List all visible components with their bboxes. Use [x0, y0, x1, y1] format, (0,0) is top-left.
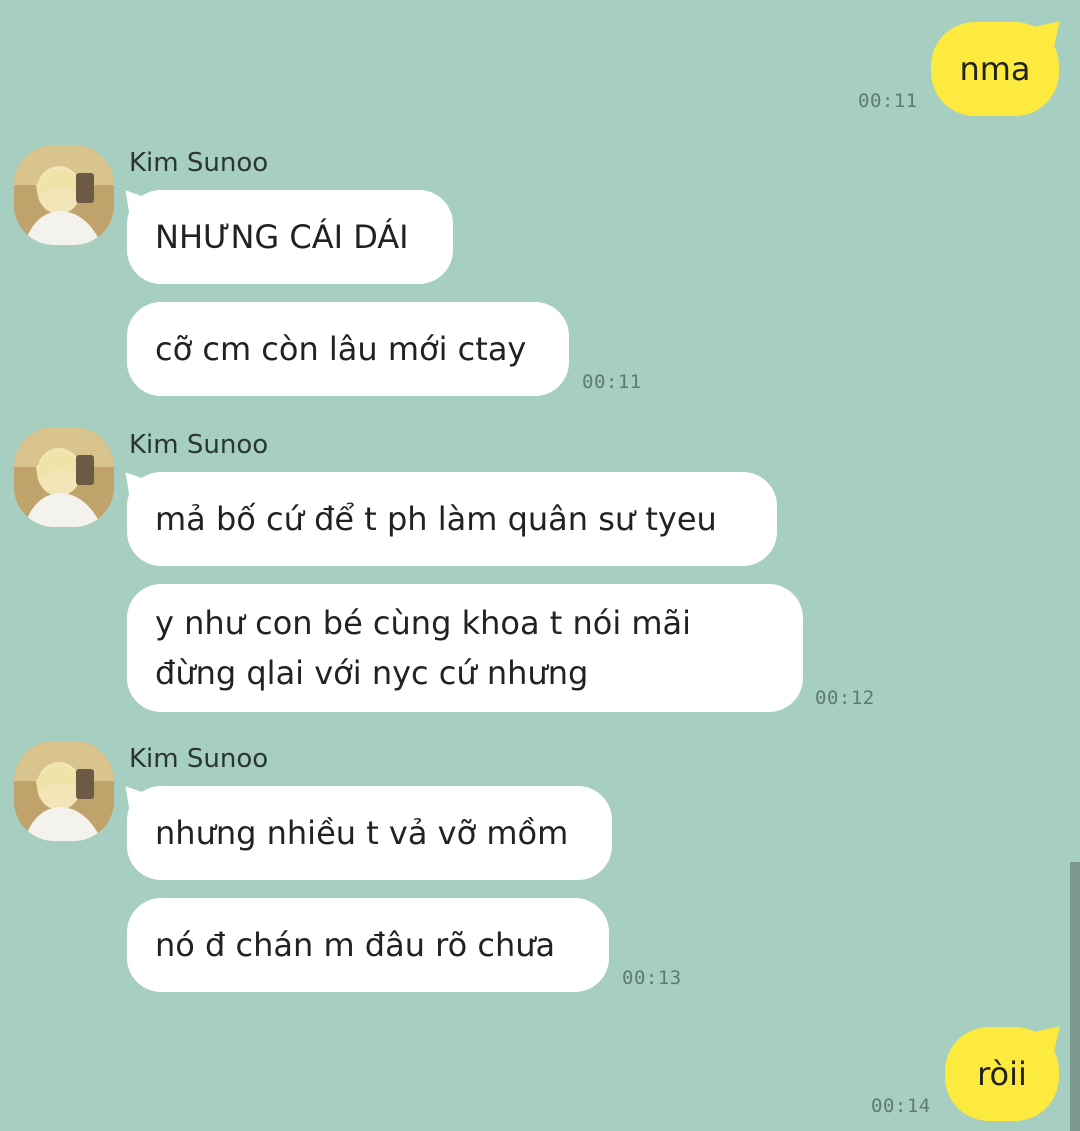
sender-name: Kim Sunoo	[129, 744, 269, 774]
message-timestamp: 00:11	[582, 371, 642, 393]
contact-avatar[interactable]	[14, 427, 114, 527]
message-text: nma	[959, 50, 1031, 88]
incoming-message-bubble[interactable]: cỡ cm còn lâu mới ctay	[127, 302, 569, 396]
message-timestamp: 00:12	[815, 687, 875, 709]
incoming-message-bubble[interactable]: nó đ chán m đâu rõ chưa	[127, 898, 609, 992]
message-timestamp: 00:11	[858, 90, 918, 112]
message-text: nó đ chán m đâu rõ chưa	[155, 926, 556, 964]
incoming-message-bubble[interactable]: NHƯNG CÁI DÁI	[127, 190, 453, 284]
sender-name: Kim Sunoo	[129, 148, 269, 178]
contact-avatar[interactable]	[14, 741, 114, 841]
message-text: nhưng nhiều t vả vỡ mồm	[155, 814, 569, 852]
avatar-photo-icon	[14, 427, 114, 527]
avatar-photo-icon	[14, 145, 114, 245]
avatar-photo-icon	[14, 741, 114, 841]
message-text: NHƯNG CÁI DÁI	[155, 218, 409, 256]
sender-name: Kim Sunoo	[129, 430, 269, 460]
message-timestamp: 00:14	[871, 1095, 931, 1117]
scrollbar-thumb[interactable]	[1070, 862, 1080, 1131]
incoming-message-bubble[interactable]: y như con bé cùng khoa t nói mãi đừng ql…	[127, 584, 803, 712]
incoming-message-bubble[interactable]: mả bố cứ để t ph làm quân sư tyeu	[127, 472, 777, 566]
outgoing-message-bubble[interactable]: nma	[931, 22, 1059, 116]
message-text: cỡ cm còn lâu mới ctay	[155, 330, 527, 368]
incoming-message-bubble[interactable]: nhưng nhiều t vả vỡ mồm	[127, 786, 612, 880]
message-text: ròii	[977, 1055, 1027, 1093]
outgoing-message-bubble[interactable]: ròii	[945, 1027, 1059, 1121]
contact-avatar[interactable]	[14, 145, 114, 245]
message-text: y như con bé cùng khoa t nói mãi đừng ql…	[155, 604, 692, 692]
message-text: mả bố cứ để t ph làm quân sư tyeu	[155, 500, 717, 538]
message-timestamp: 00:13	[622, 967, 682, 989]
